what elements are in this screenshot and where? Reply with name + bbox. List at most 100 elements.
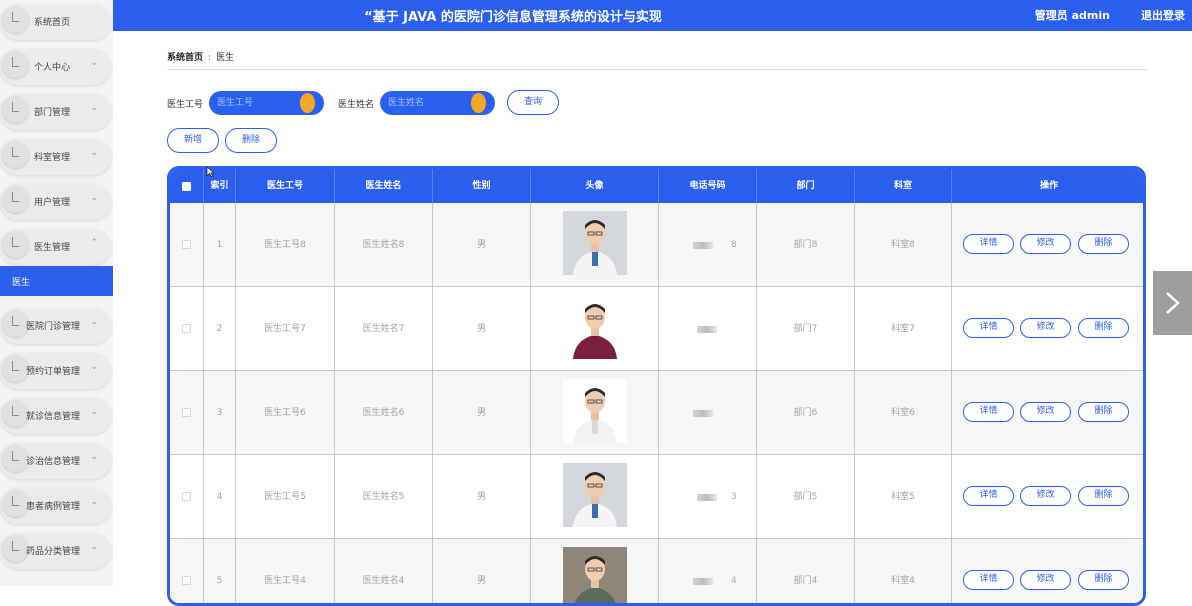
cell-doctor-id: 医生工号5 — [236, 455, 335, 539]
query-button[interactable]: 查询 — [507, 90, 559, 115]
doctor-avatar — [563, 211, 627, 275]
cell-phone — [659, 287, 757, 371]
detail-button[interactable]: 详情 — [963, 402, 1014, 422]
chevron-down-icon: ⌄ — [90, 362, 98, 372]
detail-button[interactable]: 详情 — [963, 486, 1014, 506]
sidebar-item-home[interactable]: 系统首页 — [0, 4, 111, 40]
cell-doctor-name: 医生姓名7 — [335, 287, 433, 371]
sidebar-item-label: 医生管理 — [34, 243, 71, 253]
breadcrumb-current: 医生 — [216, 53, 235, 63]
menu-icon — [2, 51, 29, 78]
cell-office: 科室8 — [855, 203, 952, 287]
cell-index: 5 — [204, 539, 236, 603]
sidebar-item-doctors[interactable]: 医生管理 ⌃ — [0, 229, 111, 265]
cell-doctor-id: 医生工号6 — [236, 371, 335, 455]
breadcrumb-home[interactable]: 系统首页 — [167, 53, 203, 63]
cell-phone: 8 — [659, 203, 757, 287]
add-button[interactable]: 新增 — [167, 128, 219, 153]
input-knob-icon — [300, 93, 315, 113]
sidebar-subitem-label: 医生 — [12, 278, 31, 288]
sidebar-item-appointments[interactable]: 预约订单管理 ⌄ — [0, 353, 111, 389]
row-checkbox[interactable] — [182, 492, 191, 501]
cell-doctor-name: 医生姓名4 — [335, 539, 433, 603]
mouse-cursor-icon — [206, 166, 215, 178]
chevron-down-icon: ⌄ — [90, 497, 98, 507]
phone-blurred — [697, 326, 717, 333]
row-checkbox[interactable] — [182, 576, 191, 585]
edit-button[interactable]: 修改 — [1020, 486, 1071, 506]
menu-icon — [2, 445, 29, 472]
header-office: 科室 — [855, 169, 952, 203]
delete-button[interactable]: 删除 — [1078, 402, 1129, 422]
app-title: “基于 JAVA 的医院门诊信息管理系统的设计与实现 — [364, 10, 662, 25]
row-checkbox[interactable] — [182, 408, 191, 417]
phone-blurred — [693, 410, 713, 417]
header-doctor-name: 医生姓名 — [335, 169, 433, 203]
sidebar-item-label: 患者病例管理 — [26, 502, 81, 512]
sidebar-item-drug-categories[interactable]: 药品分类管理 ⌄ — [0, 533, 111, 569]
phone-tail: 3 — [731, 492, 737, 502]
row-checkbox[interactable] — [182, 324, 191, 333]
edit-button[interactable]: 修改 — [1020, 402, 1071, 422]
cell-checkbox — [170, 371, 204, 455]
detail-button[interactable]: 详情 — [963, 570, 1014, 590]
sidebar-item-patient-records[interactable]: 患者病例管理 ⌄ — [0, 488, 111, 524]
cell-department: 部门5 — [757, 455, 855, 539]
cell-index: 4 — [204, 455, 236, 539]
cell-gender: 男 — [433, 539, 531, 603]
header-checkbox-cell — [170, 169, 204, 203]
row-checkbox[interactable] — [182, 240, 191, 249]
doctor-table: 索引 医生工号 医生姓名 性别 头像 电话号码 部门 科室 操作 1 医生工号8 医… — [167, 166, 1146, 606]
sidebar-item-personal[interactable]: 个人中心 ⌄ — [0, 49, 111, 85]
doctor-avatar — [563, 547, 627, 603]
delete-button[interactable]: 删除 — [1078, 318, 1129, 338]
doctor-avatar — [563, 295, 627, 359]
doctor-name-input[interactable]: 医生姓名 — [380, 91, 495, 115]
sidebar-subitem-doctor[interactable]: 医生 — [0, 266, 113, 296]
detail-button[interactable]: 详情 — [963, 318, 1014, 338]
menu-icon — [2, 490, 29, 517]
cell-doctor-id: 医生工号8 — [236, 203, 335, 287]
sidebar-item-users[interactable]: 用户管理 ⌄ — [0, 184, 111, 220]
detail-button[interactable]: 详情 — [963, 234, 1014, 254]
cell-doctor-id: 医生工号7 — [236, 287, 335, 371]
delete-button[interactable]: 删除 — [1078, 486, 1129, 506]
menu-icon — [2, 400, 29, 427]
cell-phone — [659, 371, 757, 455]
edit-button[interactable]: 修改 — [1020, 318, 1071, 338]
header-actions: 操作 — [1039, 181, 1058, 191]
sidebar-item-departments[interactable]: 部门管理 ⌄ — [0, 94, 111, 130]
cell-actions: 详情 修改 删除 — [952, 539, 1143, 603]
cell-department: 部门8 — [757, 203, 855, 287]
delete-button[interactable]: 删除 — [1078, 570, 1129, 590]
doctor-id-input[interactable]: 医生工号 — [209, 91, 324, 115]
edit-button[interactable]: 修改 — [1020, 234, 1071, 254]
sidebar-item-treatments[interactable]: 诊治信息管理 ⌄ — [0, 443, 111, 479]
select-all-checkbox[interactable] — [182, 182, 191, 191]
table-row: 3 医生工号6 医生姓名6 男部门6 科室6 详情 修改 删除 — [170, 371, 1143, 455]
sidebar-item-label: 预约订单管理 — [26, 367, 81, 377]
sidebar-item-clinics[interactable]: 医院门诊管理 ⌄ — [0, 308, 111, 344]
logout-link[interactable]: 退出登录 — [1141, 7, 1185, 23]
sidebar-item-offices[interactable]: 科室管理 ⌄ — [0, 139, 111, 175]
next-page-button[interactable] — [1153, 271, 1192, 335]
cell-doctor-name: 医生姓名8 — [335, 203, 433, 287]
breadcrumb: 系统首页: 医生 — [167, 50, 234, 63]
chevron-down-icon: ⌄ — [90, 407, 98, 417]
cell-avatar — [531, 371, 659, 455]
cell-index: 2 — [204, 287, 236, 371]
cell-index: 1 — [204, 203, 236, 287]
cell-doctor-id: 医生工号4 — [236, 539, 335, 603]
sidebar-item-visits[interactable]: 就诊信息管理 ⌄ — [0, 398, 111, 434]
cell-office: 科室6 — [855, 371, 952, 455]
chevron-down-icon: ⌄ — [90, 103, 98, 113]
menu-icon — [2, 535, 29, 562]
cell-gender: 男 — [433, 455, 531, 539]
cell-gender: 男 — [433, 371, 531, 455]
bulk-delete-button[interactable]: 删除 — [225, 128, 277, 153]
table-row: 1 医生工号8 医生姓名8 男 8 部门8 科室8 详情 修改 删除 — [170, 203, 1143, 287]
delete-button[interactable]: 删除 — [1078, 234, 1129, 254]
sidebar-item-label: 就诊信息管理 — [26, 412, 81, 422]
sidebar-item-label: 科室管理 — [34, 153, 71, 163]
edit-button[interactable]: 修改 — [1020, 570, 1071, 590]
